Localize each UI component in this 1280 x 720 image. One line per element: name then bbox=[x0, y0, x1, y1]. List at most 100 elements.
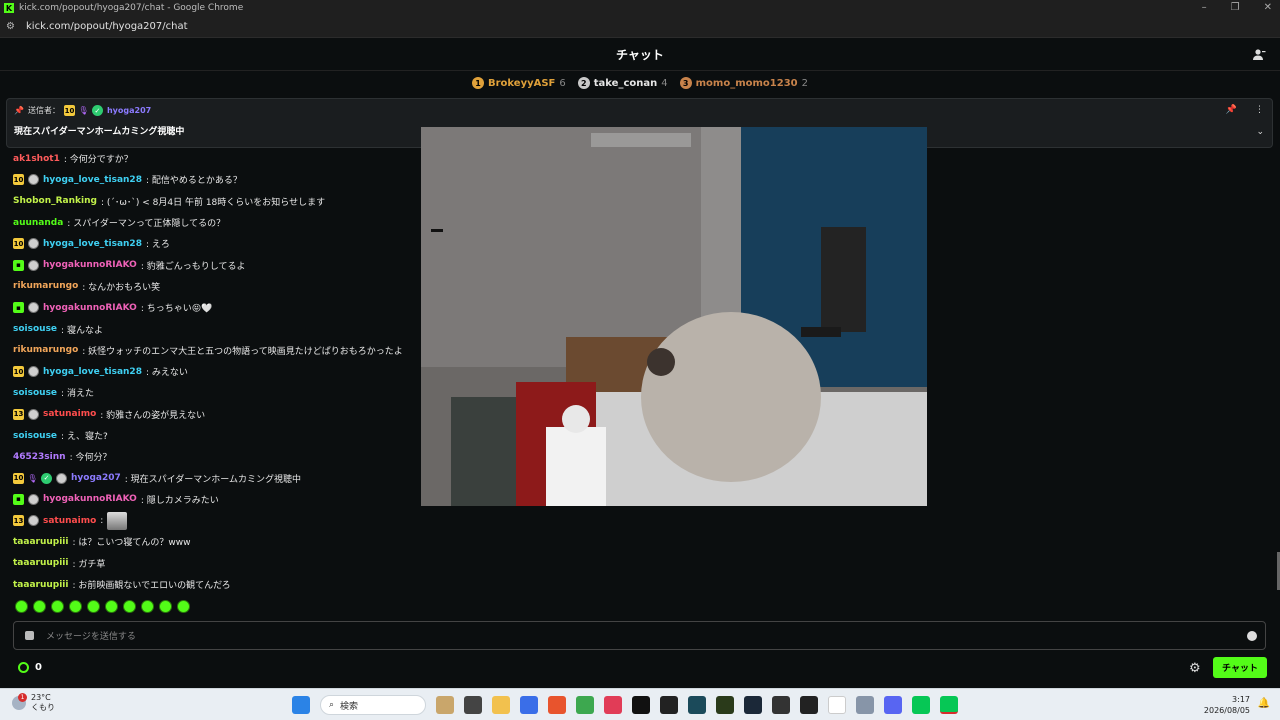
weather-widget[interactable]: 1 23°C くもり bbox=[12, 693, 55, 713]
obs-icon[interactable] bbox=[800, 696, 818, 714]
avatar-badge-icon bbox=[28, 259, 39, 271]
widget-icon[interactable] bbox=[436, 696, 454, 714]
send-chat-button[interactable]: チャット bbox=[1213, 657, 1267, 678]
chat-username[interactable]: soisouse bbox=[13, 431, 57, 441]
clock-date: 2026/08/05 bbox=[1203, 706, 1250, 715]
subscriber-badge: 13 bbox=[13, 515, 24, 527]
emote-icon[interactable] bbox=[159, 600, 172, 613]
line-icon[interactable] bbox=[912, 696, 930, 714]
chevron-down-icon[interactable]: ⌄ bbox=[1256, 127, 1264, 137]
chat-username[interactable]: rikumarungo bbox=[13, 281, 78, 291]
avatar-badge-icon bbox=[28, 515, 39, 527]
chat-username[interactable]: 46523sinn bbox=[13, 452, 66, 462]
avatar-badge-icon bbox=[28, 238, 39, 250]
emote-icon[interactable] bbox=[87, 600, 100, 613]
app-icon[interactable] bbox=[604, 696, 622, 714]
app-icon[interactable] bbox=[520, 696, 538, 714]
pinned-user[interactable]: hyoga207 bbox=[107, 106, 151, 115]
chat-username[interactable]: satunaimo bbox=[43, 516, 96, 526]
shield-icon[interactable] bbox=[25, 631, 34, 640]
chat-message-text: : 配信やめるとかある？ bbox=[145, 176, 242, 187]
address-bar[interactable]: ⚙ kick.com/popout/hyoga207/chat bbox=[0, 16, 1280, 38]
gear-icon[interactable]: ⚙ bbox=[1189, 661, 1201, 676]
task-view-icon[interactable] bbox=[464, 696, 482, 714]
chat-message-text: : ちっちゃい😝🤍 bbox=[140, 304, 213, 315]
windows-start-icon[interactable] bbox=[292, 696, 310, 714]
minimize-icon[interactable]: – bbox=[1202, 2, 1207, 13]
emote-icon[interactable] bbox=[123, 600, 136, 613]
chat-username[interactable]: hyoga_love_tisan28 bbox=[43, 239, 142, 249]
more-options-icon[interactable]: ⋮ bbox=[1255, 105, 1264, 115]
site-settings-icon[interactable]: ⚙ bbox=[6, 21, 20, 32]
emote-icon[interactable] bbox=[177, 600, 190, 613]
file-explorer-icon[interactable] bbox=[492, 696, 510, 714]
chat-username[interactable]: hyoga_love_tisan28 bbox=[43, 367, 142, 377]
chat-username[interactable]: soisouse bbox=[13, 388, 57, 398]
subscriber-badge: 10 bbox=[13, 472, 24, 484]
leaderboard-item-2[interactable]: 2 take_conan 4 bbox=[577, 77, 668, 89]
avatar-badge-icon bbox=[56, 472, 67, 484]
steam-icon[interactable] bbox=[744, 696, 762, 714]
notification-bell-icon[interactable]: 🔔 bbox=[1258, 698, 1270, 709]
chrome-icon[interactable] bbox=[576, 696, 594, 714]
kick-icon[interactable] bbox=[716, 696, 734, 714]
chat-username[interactable]: taaaruupiii bbox=[13, 537, 68, 547]
chat-input-placeholder[interactable]: メッセージを送信する bbox=[46, 629, 136, 642]
chat-message-text: : ガチ草 bbox=[72, 559, 106, 570]
avatar-badge-icon bbox=[28, 174, 39, 186]
chat-username[interactable]: hyoga207 bbox=[71, 473, 121, 483]
channel-points[interactable]: 0 bbox=[18, 662, 42, 673]
unpin-icon[interactable]: 📌 bbox=[1226, 105, 1237, 115]
brave-icon[interactable] bbox=[548, 696, 566, 714]
chat-username[interactable]: hyogakunnoRIAKO bbox=[43, 260, 137, 270]
window-controls: – ❐ ✕ bbox=[1202, 2, 1272, 13]
chat-username[interactable]: satunaimo bbox=[43, 409, 96, 419]
chat-message-text: : (´･ω･`) < 8月4日 午前 18時くらいをお知らせします bbox=[100, 197, 326, 208]
chat-username[interactable]: rikumarungo bbox=[13, 345, 78, 355]
chat-username[interactable]: hyoga_love_tisan28 bbox=[43, 175, 142, 185]
chat-message-text: : みえない bbox=[145, 368, 188, 379]
disney-icon[interactable] bbox=[688, 696, 706, 714]
windows-taskbar: 1 23°C くもり ⌕ 検索 3:17 2026/08/05 🔔 bbox=[0, 688, 1280, 720]
chat-username[interactable]: hyogakunnoRIAKO bbox=[43, 494, 137, 504]
app-icon[interactable] bbox=[772, 696, 790, 714]
line-icon[interactable] bbox=[940, 696, 958, 714]
chat-message-text: : なんかおもろい笑 bbox=[82, 282, 161, 293]
emote-icon[interactable] bbox=[141, 600, 154, 613]
chat-username[interactable]: soisouse bbox=[13, 324, 57, 334]
browser-title-bar: K kick.com/popout/hyoga207/chat - Google… bbox=[0, 0, 1280, 16]
chat-username[interactable]: Shobon_Ranking bbox=[13, 196, 97, 206]
taskbar-search[interactable]: ⌕ 検索 bbox=[320, 695, 426, 715]
gift-leaderboard: 1 BrokeyyASF 6 2 take_conan 4 3 momo_mom… bbox=[0, 72, 1280, 94]
emote-icon[interactable] bbox=[33, 600, 46, 613]
close-icon[interactable]: ✕ bbox=[1264, 2, 1272, 13]
points-value: 0 bbox=[35, 662, 42, 673]
discord-icon[interactable] bbox=[884, 696, 902, 714]
emote-icon[interactable] bbox=[15, 600, 28, 613]
chat-username[interactable]: hyogakunnoRIAKO bbox=[43, 303, 137, 313]
emote-icon[interactable] bbox=[51, 600, 64, 613]
chat-username[interactable]: auunanda bbox=[13, 218, 63, 228]
chat-username[interactable]: taaaruupiii bbox=[13, 558, 68, 568]
app-icon[interactable] bbox=[660, 696, 678, 714]
tiktok-icon[interactable] bbox=[632, 696, 650, 714]
emoji-picker-icon[interactable] bbox=[1247, 631, 1257, 641]
chat-message-text: : 消えた bbox=[61, 389, 94, 400]
users-icon[interactable] bbox=[1252, 48, 1266, 62]
chat-username[interactable]: taaaruupiii bbox=[13, 580, 68, 590]
chat-message-text: : bbox=[100, 515, 104, 526]
stream-video-overlay[interactable] bbox=[421, 127, 927, 506]
leaderboard-item-1[interactable]: 1 BrokeyyASF 6 bbox=[471, 77, 566, 89]
taskbar-clock[interactable]: 3:17 2026/08/05 bbox=[1204, 694, 1250, 716]
emote-icon[interactable] bbox=[105, 600, 118, 613]
restore-icon[interactable]: ❐ bbox=[1231, 2, 1240, 13]
search-placeholder: 検索 bbox=[340, 701, 359, 712]
chat-input-box[interactable]: メッセージを送信する bbox=[13, 621, 1266, 650]
weather-badge: 1 bbox=[18, 693, 27, 702]
taskbar-apps: ⌕ 検索 bbox=[292, 695, 958, 715]
leaderboard-item-3[interactable]: 3 momo_momo1230 2 bbox=[679, 77, 808, 89]
emote-icon[interactable] bbox=[69, 600, 82, 613]
app-icon[interactable] bbox=[828, 696, 846, 714]
chat-username[interactable]: ak1shot1 bbox=[13, 154, 60, 164]
settings-icon[interactable] bbox=[856, 696, 874, 714]
